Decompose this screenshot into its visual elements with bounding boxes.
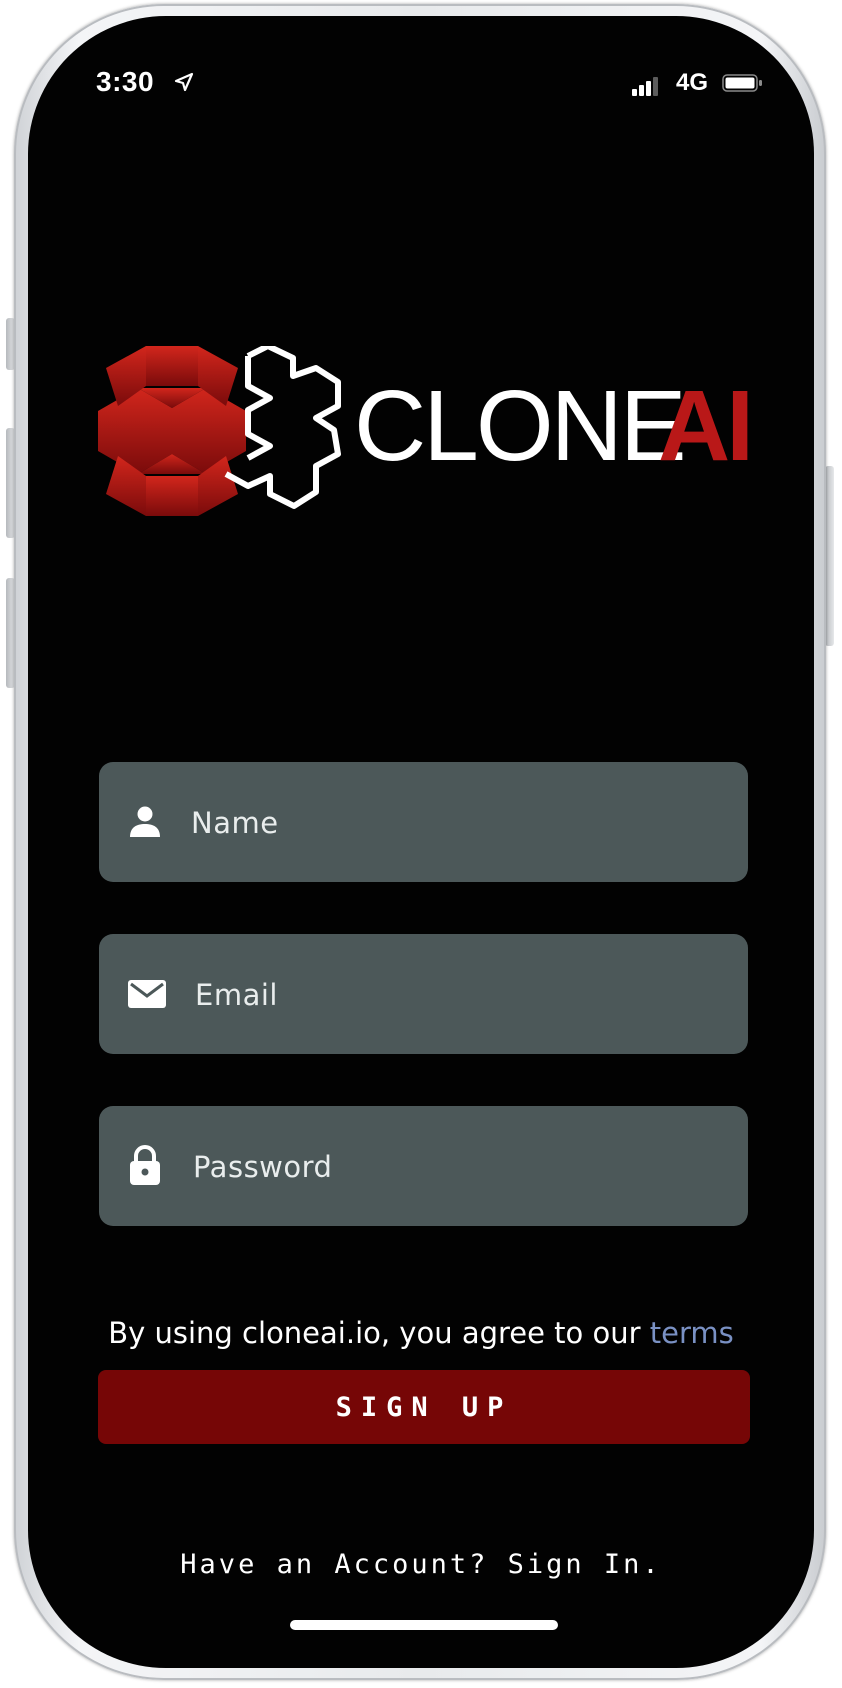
terms-link[interactable]: terms (650, 1316, 734, 1350)
cellular-signal-icon (632, 77, 658, 96)
sign-up-button[interactable]: SIGN UP (98, 1370, 750, 1444)
device-frame: 3:30 4G CLONE AI Name Email By using clo… (0, 0, 842, 1688)
battery-icon (722, 74, 762, 92)
email-input[interactable] (193, 934, 717, 1056)
terms-text: By using cloneai.io, you agree to our te… (28, 1316, 814, 1350)
home-indicator (290, 1620, 558, 1630)
app-screen: 3:30 4G CLONE AI Name Email By using clo… (28, 16, 814, 1668)
terms-prefix: By using cloneai.io, you agree to our (108, 1316, 650, 1350)
logo-text-clone: CLONE (354, 370, 687, 482)
logo-text-ai: AI (658, 370, 754, 482)
name-input[interactable] (189, 762, 713, 884)
person-icon (130, 806, 160, 837)
device-side-button (825, 466, 834, 646)
status-bar: 3:30 4G (28, 16, 814, 136)
envelope-icon (128, 980, 166, 1008)
email-field[interactable] (99, 934, 748, 1056)
name-field[interactable] (99, 762, 748, 884)
sign-in-link[interactable]: Have an Account? Sign In. (28, 1549, 814, 1580)
lock-icon (130, 1145, 160, 1185)
password-field[interactable] (99, 1106, 748, 1228)
location-arrow-icon (174, 72, 194, 92)
status-time: 3:30 (96, 66, 155, 97)
red-hex-emblem (98, 346, 246, 516)
network-type: 4G (676, 69, 709, 96)
password-input[interactable] (191, 1106, 715, 1228)
